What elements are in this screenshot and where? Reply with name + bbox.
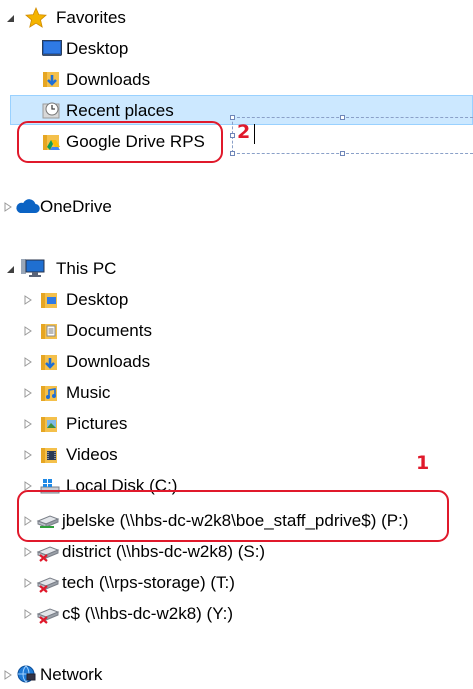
downloads-folder-icon bbox=[40, 352, 60, 372]
collapsed-arrow-icon[interactable] bbox=[23, 609, 33, 619]
tree-item-label: district (\\hbs-dc-w2k8) (S:) bbox=[62, 542, 266, 561]
text-caret bbox=[254, 124, 255, 144]
expanded-arrow-icon[interactable] bbox=[5, 13, 15, 23]
tree-item-label: Documents bbox=[66, 321, 152, 340]
this-pc-label: This PC bbox=[56, 259, 117, 278]
annotation-circle-2 bbox=[17, 121, 223, 163]
collapsed-arrow-icon[interactable] bbox=[23, 578, 33, 588]
annotation-number-2: 2 bbox=[237, 121, 251, 143]
onedrive-icon bbox=[14, 198, 40, 218]
collapsed-arrow-icon[interactable] bbox=[23, 388, 33, 398]
desktop-folder-icon bbox=[40, 290, 60, 310]
resize-handle[interactable] bbox=[230, 133, 235, 138]
disconnected-network-drive-icon bbox=[36, 573, 60, 593]
disconnected-network-drive-icon bbox=[36, 542, 60, 562]
drop-target-outline-top bbox=[232, 117, 473, 118]
resize-handle[interactable] bbox=[340, 151, 345, 156]
resize-handle[interactable] bbox=[230, 151, 235, 156]
documents-folder-icon bbox=[40, 321, 60, 341]
resize-handle[interactable] bbox=[340, 115, 345, 120]
music-folder-icon bbox=[40, 383, 60, 403]
collapsed-arrow-icon[interactable] bbox=[3, 202, 13, 212]
tree-item-label: Recent places bbox=[66, 101, 174, 120]
onedrive-label: OneDrive bbox=[40, 197, 112, 216]
pictures-folder-icon bbox=[40, 414, 60, 434]
tree-item-label: Desktop bbox=[66, 39, 129, 58]
favorites-label: Favorites bbox=[56, 8, 126, 27]
collapsed-arrow-icon[interactable] bbox=[23, 326, 33, 336]
recent-places-icon bbox=[42, 100, 62, 120]
expanded-arrow-icon[interactable] bbox=[5, 264, 15, 274]
network-icon bbox=[16, 664, 36, 684]
tree-item-label: tech (\\rps-storage) (T:) bbox=[62, 573, 235, 592]
tree-item-label: Downloads bbox=[66, 352, 151, 371]
tree-item-label: Downloads bbox=[66, 70, 151, 89]
tree-item-label: c$ (\\hbs-dc-w2k8) (Y:) bbox=[62, 604, 233, 623]
computer-icon bbox=[21, 258, 47, 278]
disconnected-network-drive-icon bbox=[36, 604, 60, 624]
collapsed-arrow-icon[interactable] bbox=[23, 295, 33, 305]
resize-handle[interactable] bbox=[230, 115, 235, 120]
tree-item-label: Music bbox=[66, 383, 111, 402]
tree-item-label: Videos bbox=[66, 445, 118, 464]
videos-folder-icon bbox=[40, 445, 60, 465]
downloads-icon bbox=[42, 69, 62, 89]
collapsed-arrow-icon[interactable] bbox=[23, 450, 33, 460]
tree-item-label: Desktop bbox=[66, 290, 129, 309]
collapsed-arrow-icon[interactable] bbox=[23, 419, 33, 429]
collapsed-arrow-icon[interactable] bbox=[3, 670, 13, 680]
collapsed-arrow-icon[interactable] bbox=[23, 357, 33, 367]
drop-target-outline-bottom bbox=[232, 153, 473, 154]
desktop-icon bbox=[42, 39, 62, 59]
network-label: Network bbox=[40, 665, 103, 684]
annotation-number-1: 1 bbox=[416, 452, 430, 474]
annotation-circle-1 bbox=[17, 490, 449, 542]
collapsed-arrow-icon[interactable] bbox=[23, 547, 33, 557]
star-icon bbox=[25, 6, 47, 28]
tree-item-label: Pictures bbox=[66, 414, 128, 433]
